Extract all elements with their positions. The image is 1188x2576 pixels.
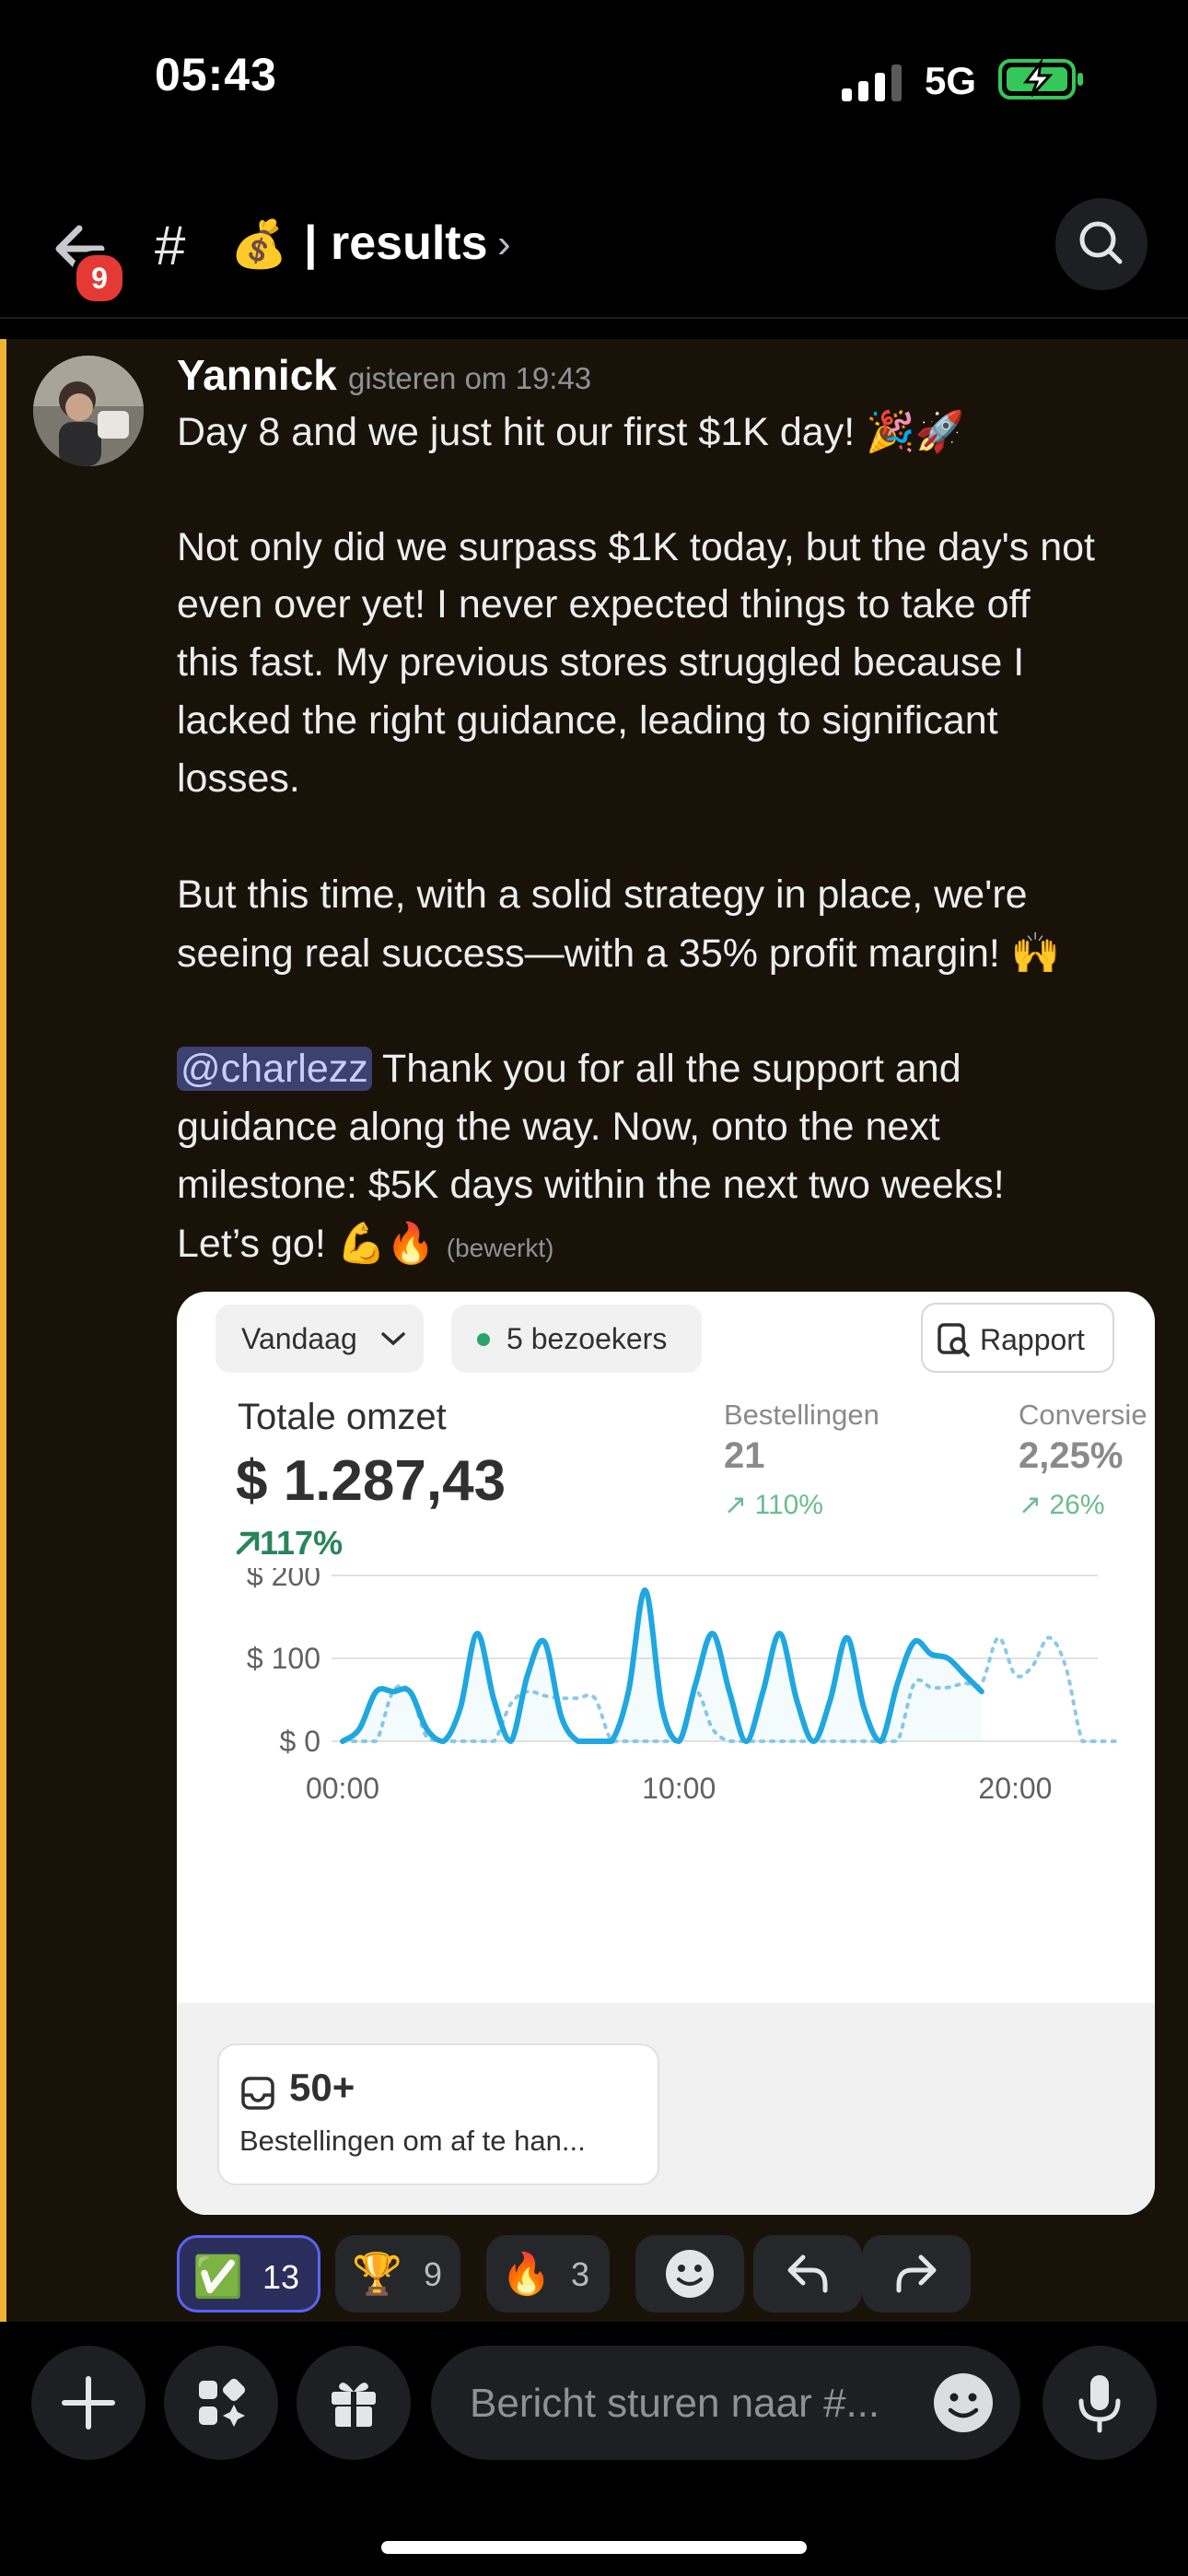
reply-icon [787,2254,828,2293]
apps-button[interactable] [164,2346,278,2460]
chevron-right-icon[interactable]: › [497,221,511,267]
conversion-change: ↗ 26% [1019,1490,1105,1520]
revenue-value: $ 1.287,43 [236,1449,507,1513]
message-input[interactable]: Bericht sturen naar #... [431,2346,1020,2460]
report-button[interactable]: Rapport [921,1303,1114,1373]
message-line: losses. [177,756,300,801]
message-line: But this time, with a solid strategy in … [177,872,1028,917]
todo-count: 50+ [289,2066,355,2109]
forward-button[interactable] [862,2235,971,2313]
avatar[interactable] [33,356,144,466]
orders-label: Bestellingen [724,1399,879,1431]
conversion-label: Conversie [1019,1399,1147,1431]
live-dot-icon [477,1333,490,1346]
channel-title[interactable]: | results [304,216,488,271]
message-line-last: Let’s go! 💪🔥 (bewerkt) [177,1221,553,1267]
reply-button[interactable] [753,2235,862,2313]
status-time: 05:43 [155,49,277,100]
edited-label: (bewerkt) [446,1234,554,1262]
gift-button[interactable] [297,2346,411,2460]
orders-change: ↗ 110% [724,1490,823,1520]
avatar-photo [33,356,144,466]
channel-hash-icon: # [155,215,186,276]
reaction-check[interactable]: ✅ 13 [177,2235,320,2313]
signal-icon [842,64,902,101]
report-icon [938,1323,970,1357]
search-button[interactable] [1055,198,1147,290]
reaction-fire[interactable]: 🔥 3 [486,2235,610,2313]
message-line: Not only did we surpass $1K today, but t… [177,525,1095,569]
add-attachment-button[interactable] [31,2346,146,2460]
message-line: this fast. My previous stores struggled … [177,640,1025,685]
inbox-icon [241,2077,274,2110]
check-emoji: ✅ [192,2254,243,2300]
channel-header: 9 # 💰 | results › [0,175,1188,313]
message-author[interactable]: Yannick [177,350,337,400]
todo-label: Bestellingen om af te han... [239,2125,586,2157]
message-timestamp: gisteren om 19:43 [348,361,592,395]
money-bag-emoji: 💰 [230,218,288,270]
x-tick-label: 20:00 [978,1772,1052,1805]
reaction-count: 13 [262,2258,300,2296]
message-text: Let’s go! 💪🔥 [177,1222,447,1266]
message-text: Thank you for all the support and [371,1047,961,1091]
network-label: 5G [925,59,977,102]
message-line: even over yet! I never expected things t… [177,582,1031,626]
plus-icon [62,2376,115,2430]
user-mention[interactable]: @charlezz [177,1047,372,1091]
x-tick-label: 00:00 [306,1772,379,1805]
revenue-label: Totale omzet [238,1397,447,1437]
message-line: guidance along the way. Now, onto the ne… [177,1105,940,1149]
revenue-change: 117% [260,1524,344,1562]
revenue-line-chart: $ 200 $ 100 $ 0 00:00 10:00 20:00 [247,1568,1118,1805]
message-line: lacked the right guidance, leading to si… [177,698,998,743]
battery-charging-icon [998,57,1083,100]
y-tick-label: $ 200 [247,1568,320,1592]
analytics-screenshot[interactable]: Vandaag 5 bezoekers Rapport Totale omzet… [177,1292,1155,2215]
visitors-label: 5 bezoekers [507,1322,668,1355]
message-placeholder: Bericht sturen naar #... [470,2381,880,2426]
report-label: Rapport [980,1323,1085,1356]
fire-emoji: 🔥 [501,2252,552,2297]
chevron-down-icon [381,1332,405,1346]
microphone-icon [1078,2375,1121,2433]
arrow-up-right-icon [236,1531,260,1555]
reaction-count: 9 [424,2255,443,2293]
orders-todo-card[interactable]: 50+ Bestellingen om af te han... [217,2043,659,2185]
gift-icon [332,2383,376,2427]
message-line-mention: @charlezz Thank you for all the support … [177,1047,961,1092]
mention-highlight-bar [0,339,6,2322]
trophy-emoji: 🏆 [352,2252,402,2297]
voice-message-button[interactable] [1042,2346,1157,2460]
x-tick-label: 10:00 [642,1772,716,1805]
header-divider [0,317,1188,319]
smiley-icon [666,2250,714,2298]
message-line: milestone: $5K days within the next two … [177,1163,1005,1207]
visitors-pill[interactable]: 5 bezoekers [451,1305,702,1373]
orders-value: 21 [724,1435,765,1476]
home-indicator [381,2541,807,2554]
search-icon [1079,221,1123,264]
reaction-trophy[interactable]: 🏆 9 [335,2235,460,2313]
reaction-count: 3 [571,2255,590,2293]
y-tick-label: $ 0 [280,1725,320,1758]
apps-icon [199,2378,246,2427]
add-reaction-button[interactable] [635,2235,744,2313]
conversion-value: 2,25% [1019,1435,1124,1476]
emoji-picker-icon[interactable] [930,2370,996,2436]
date-filter-label: Vandaag [241,1322,357,1355]
revenue-series-line [340,1587,984,1744]
message-line: Day 8 and we just hit our first $1K day!… [177,410,965,454]
unread-badge: 9 [72,251,127,306]
y-tick-label: $ 100 [247,1642,320,1675]
forward-icon [896,2254,937,2293]
message-line: seeing real success—with a 35% profit ma… [177,931,1061,976]
date-filter-dropdown[interactable]: Vandaag [215,1305,424,1373]
